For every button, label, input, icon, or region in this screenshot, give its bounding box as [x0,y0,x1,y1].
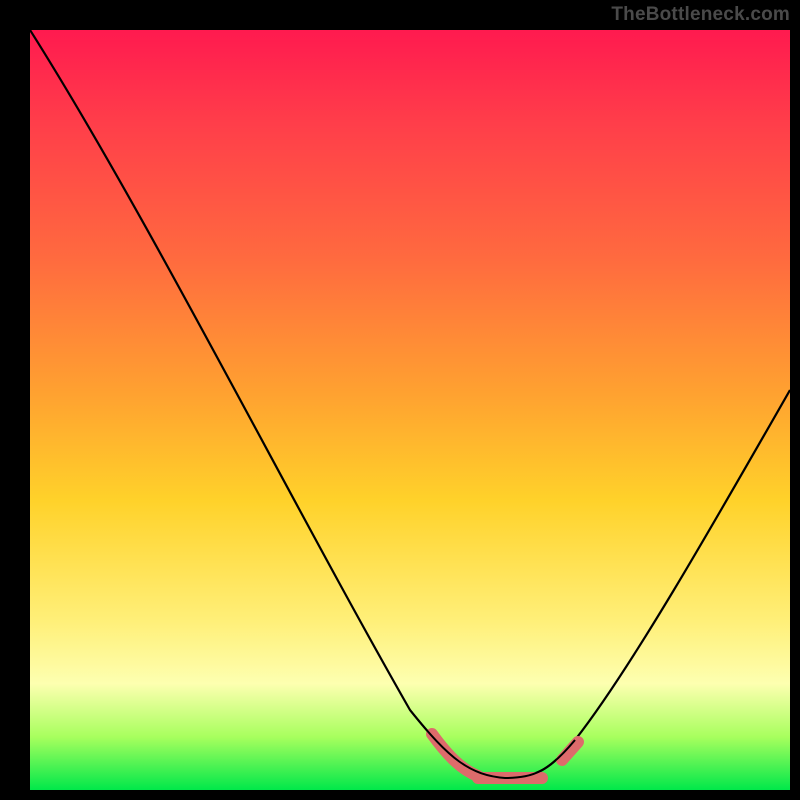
bottleneck-curve [30,30,790,778]
watermark-text: TheBottleneck.com [611,4,790,26]
plot-area [30,30,790,790]
chart-stage: TheBottleneck.com [0,0,800,800]
curve-layer [30,30,790,790]
